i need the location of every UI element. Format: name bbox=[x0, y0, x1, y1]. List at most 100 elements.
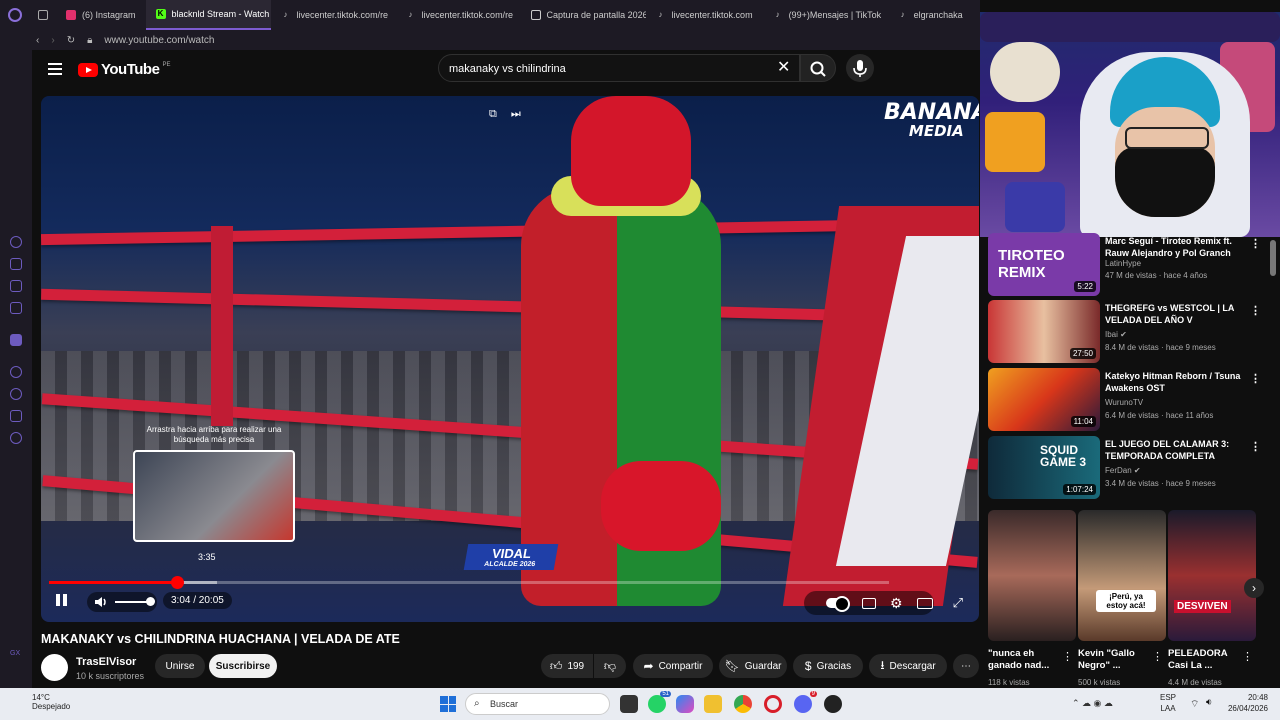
related-video-item[interactable]: SQUID GAME 3 1:07:24 EL JUEGO DEL CALAMA… bbox=[988, 436, 1268, 500]
browser-tab[interactable]: ♪ livecenter.tiktok.com/re bbox=[396, 0, 521, 30]
sidebar-app-icon[interactable] bbox=[10, 280, 22, 292]
twitch-icon[interactable] bbox=[10, 334, 22, 346]
more-vert-icon[interactable]: ⋮ bbox=[1250, 304, 1261, 317]
like-button[interactable]: 👍︎ 199 bbox=[541, 654, 593, 678]
related-video-item[interactable]: TIROTEO REMIX 5:22 Marc Seguí - Tiroteo … bbox=[988, 233, 1268, 297]
channel-avatar[interactable] bbox=[41, 654, 68, 681]
settings-icon[interactable] bbox=[10, 432, 22, 444]
search-input[interactable] bbox=[449, 60, 749, 78]
opera-menu-icon[interactable] bbox=[0, 0, 30, 30]
video-thumbnail[interactable]: 11:04 bbox=[988, 368, 1100, 431]
network-icon[interactable]: ⌔ bbox=[1190, 698, 1199, 711]
autoplay-toggle[interactable] bbox=[826, 596, 850, 612]
file-explorer-icon[interactable] bbox=[620, 695, 638, 713]
subtitles-icon[interactable] bbox=[862, 597, 876, 609]
weather-widget[interactable]: 14°C Despejado bbox=[32, 693, 70, 711]
opera-icon[interactable] bbox=[764, 695, 782, 713]
chrome-icon[interactable] bbox=[734, 695, 752, 713]
video-thumbnail[interactable]: SQUID GAME 3 1:07:24 bbox=[988, 436, 1100, 499]
skip-next-icon[interactable]: ⏭︎ bbox=[511, 108, 521, 121]
volume-control bbox=[87, 592, 157, 612]
browser-tab[interactable]: ♪ elgranchaka bbox=[888, 0, 973, 30]
banana-media-watermark: BANANA MEDIA bbox=[884, 100, 979, 141]
taskbar-search[interactable]: ⌕ Buscar bbox=[465, 693, 610, 715]
browser-tab-active[interactable]: Kblacknld Stream - Watch bbox=[145, 0, 271, 30]
discord-icon[interactable]: 9 bbox=[794, 691, 817, 713]
volume-slider[interactable] bbox=[115, 601, 149, 603]
more-vert-icon[interactable]: ⋮ bbox=[1242, 650, 1253, 663]
sidebar-scrollbar[interactable] bbox=[1270, 240, 1276, 276]
browser-tab[interactable]: ♪ livecenter.tiktok.com/re bbox=[271, 0, 396, 30]
more-vert-icon[interactable]: ⋮ bbox=[1062, 650, 1073, 663]
sidebar-app-icon[interactable] bbox=[10, 302, 22, 314]
settings-gear-icon[interactable]: ⚙ bbox=[890, 595, 903, 612]
pause-button[interactable] bbox=[53, 594, 69, 610]
sidebar-app-icon[interactable] bbox=[10, 258, 22, 270]
video-thumbnail[interactable]: 27:50 bbox=[988, 300, 1100, 363]
volume-icon[interactable] bbox=[93, 594, 109, 610]
dislike-button[interactable]: 👎︎ bbox=[594, 654, 626, 678]
app-icon[interactable] bbox=[824, 695, 842, 713]
related-video-item[interactable]: 11:04 Katekyo Hitman Reborn / Tsuna Awak… bbox=[988, 368, 1268, 432]
short-thumbnail[interactable]: DESVIVEN bbox=[1168, 510, 1256, 641]
voice-search-button[interactable] bbox=[846, 54, 874, 82]
browser-tab[interactable]: (6) Instagram bbox=[56, 0, 146, 30]
youtube-header: YouTube PE ✕ bbox=[32, 50, 980, 95]
download-button[interactable]: ⭳ Descargar bbox=[869, 654, 947, 678]
browser-tab[interactable]: ♪ (99+)Mensajes | TikTok bbox=[763, 0, 888, 30]
fullscreen-icon[interactable]: ⤢ bbox=[953, 595, 963, 611]
more-vert-icon[interactable]: ⋮ bbox=[1250, 237, 1261, 250]
youtube-play-icon bbox=[78, 62, 98, 77]
video-thumbnail[interactable]: TIROTEO REMIX 5:22 bbox=[988, 233, 1100, 296]
thumbs-down-icon: 👎︎ bbox=[603, 658, 617, 673]
folder-icon[interactable] bbox=[704, 695, 722, 713]
volume-knob[interactable] bbox=[146, 597, 155, 606]
more-vert-icon[interactable]: ⋮ bbox=[1152, 650, 1163, 663]
shorts-next-button[interactable]: › bbox=[1244, 578, 1264, 598]
sidebar-app-icon[interactable] bbox=[10, 366, 22, 378]
theater-mode-icon[interactable] bbox=[916, 597, 933, 609]
tab-settings-icon[interactable] bbox=[30, 0, 56, 30]
seek-preview-thumbnail bbox=[133, 450, 295, 542]
share-button[interactable]: ➦ Compartir bbox=[633, 654, 713, 678]
related-video-item[interactable]: 27:50 THEGREFG vs WESTCOL | LA VELADA DE… bbox=[988, 300, 1268, 364]
system-tray[interactable]: ⌃ ☁ ◉ ☁ bbox=[1072, 698, 1113, 709]
windows-taskbar: 14°C Despejado ⌕ Buscar 51 9 ⌃ ☁ ◉ ☁ ESP… bbox=[0, 688, 1280, 720]
sidebar-app-icon[interactable] bbox=[10, 236, 22, 248]
short-thumbnail[interactable] bbox=[988, 510, 1076, 641]
reload-icon[interactable]: ↻ bbox=[67, 35, 75, 46]
miniplayer-icon[interactable]: ⧉ bbox=[489, 108, 497, 121]
menu-icon[interactable] bbox=[48, 63, 62, 75]
back-icon[interactable]: ‹ bbox=[36, 35, 39, 46]
search-button[interactable] bbox=[800, 54, 836, 82]
join-button[interactable]: Unirse bbox=[155, 654, 205, 678]
progress-bar[interactable] bbox=[49, 576, 889, 589]
chevron-right-icon: › bbox=[1252, 581, 1256, 595]
url-field[interactable]: www.youtube.com/watch bbox=[104, 35, 214, 46]
more-actions-button[interactable]: ⋯ bbox=[953, 654, 979, 678]
short-thumbnail[interactable]: ¡Perú, ya estoy acá! bbox=[1078, 510, 1166, 641]
youtube-logo[interactable]: YouTube PE bbox=[78, 61, 170, 78]
subscriber-count: 10 k suscriptores bbox=[76, 671, 145, 681]
more-vert-icon[interactable]: ⋮ bbox=[1250, 440, 1261, 453]
more-vert-icon[interactable]: ⋮ bbox=[1250, 372, 1261, 385]
subscribe-button[interactable]: Suscribirse bbox=[209, 654, 277, 678]
sidebar-app-icon[interactable] bbox=[10, 410, 22, 422]
clock[interactable]: 20:48 26/04/2026 bbox=[1222, 692, 1268, 714]
forward-icon[interactable]: › bbox=[51, 35, 54, 46]
browser-tab[interactable]: Captura de pantalla 2026 bbox=[521, 0, 646, 30]
start-button[interactable] bbox=[440, 696, 456, 712]
sidebar-more-icon[interactable]: GX bbox=[10, 650, 20, 657]
copilot-icon[interactable] bbox=[676, 695, 694, 713]
browser-tab[interactable]: ♪ livecenter.tiktok.com bbox=[646, 0, 763, 30]
thanks-button[interactable]: $ Gracias bbox=[793, 654, 863, 678]
speaker-icon[interactable]: 🔉︎ bbox=[1206, 697, 1212, 708]
history-icon[interactable] bbox=[10, 388, 22, 400]
clear-search-icon[interactable]: ✕ bbox=[777, 60, 790, 76]
save-button[interactable]: 🔖︎ Guardar bbox=[719, 654, 787, 678]
channel-name[interactable]: TrasElVisor bbox=[76, 656, 136, 668]
video-player[interactable]: BANANA MEDIA ⧉ ⏭︎ VIDAL ALCALDE 2026 Arras… bbox=[41, 96, 979, 622]
whatsapp-icon[interactable]: 51 bbox=[648, 691, 671, 713]
progress-scrubber[interactable] bbox=[171, 576, 185, 589]
language-indicator[interactable]: ESP LAA bbox=[1160, 692, 1176, 714]
